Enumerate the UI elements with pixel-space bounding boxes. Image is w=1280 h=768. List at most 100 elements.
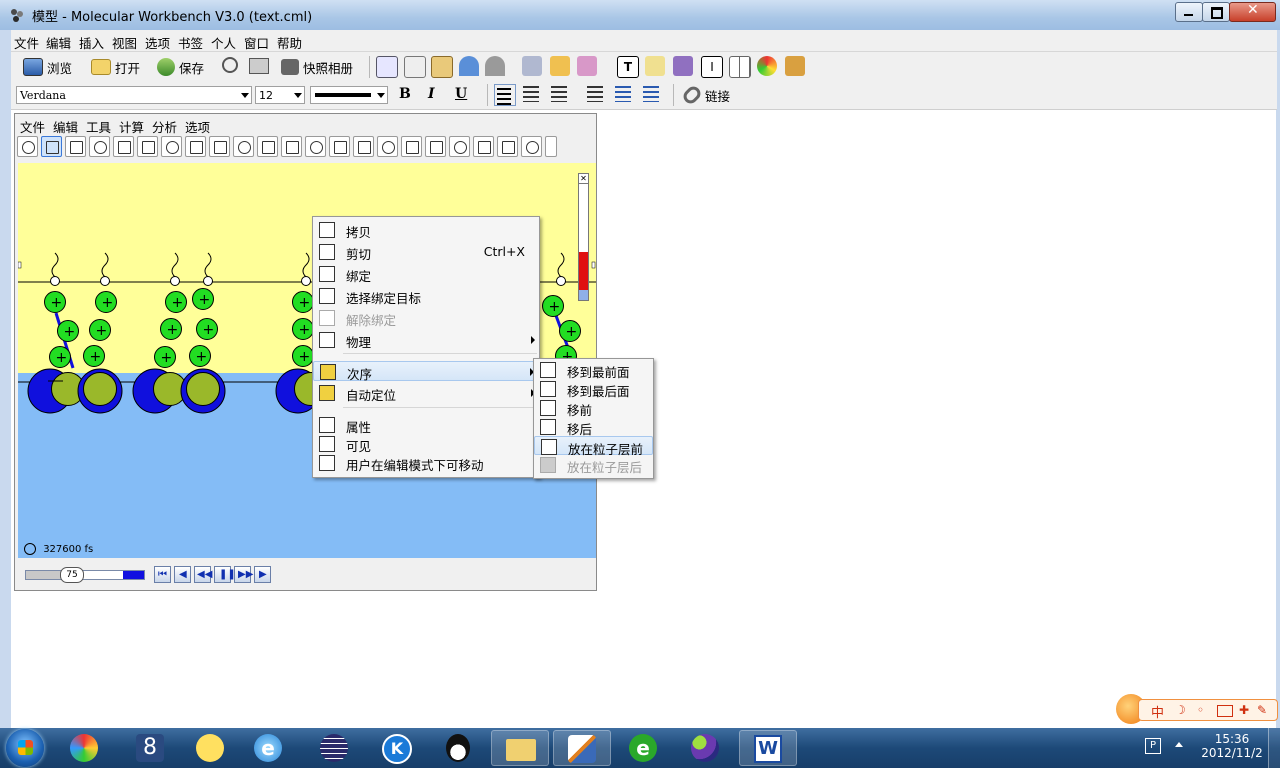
heat-icon[interactable] (257, 136, 278, 157)
submenu-item-move-backward[interactable]: 移后 (534, 417, 653, 437)
taskbar-qq[interactable] (430, 730, 488, 766)
menu-item-copy[interactable]: 拷贝 (313, 220, 539, 240)
redo-icon[interactable] (485, 56, 505, 76)
resize-icon[interactable] (377, 136, 398, 157)
undo-icon[interactable] (459, 56, 479, 76)
close-button[interactable]: ✕ (1229, 2, 1276, 22)
model-menu-compute[interactable]: 计算 (119, 117, 144, 136)
charge-plus-label[interactable]: + (167, 322, 179, 338)
skin-icon[interactable]: ✎ (1257, 703, 1267, 717)
reverse-play-button[interactable]: ◀◀ (194, 566, 212, 583)
triangle-icon[interactable] (401, 136, 422, 157)
taskbar-word[interactable]: W (739, 730, 797, 766)
paste-icon[interactable] (431, 56, 453, 78)
marquee-icon[interactable] (65, 136, 86, 157)
start-button[interactable] (6, 729, 44, 767)
italic-button[interactable]: I (428, 86, 435, 102)
submenu-item-send-to-back[interactable]: 移到最后面 (534, 379, 653, 399)
text-icon[interactable]: T (617, 56, 639, 78)
link-button[interactable]: 链接 (680, 83, 730, 107)
open-button[interactable]: 打开 (91, 55, 140, 79)
menu-item-bind[interactable]: 绑定 (313, 264, 539, 284)
charge-plus-label[interactable]: + (203, 322, 215, 338)
taskbar-ie[interactable]: e (240, 730, 298, 766)
menu-window[interactable]: 窗口 (244, 33, 269, 52)
menu-item-visible[interactable]: 可见 (313, 434, 539, 454)
menu-item-movable-in-edit[interactable]: 用户在编辑模式下可移动 (313, 453, 539, 473)
tray-expand-icon[interactable] (1175, 742, 1183, 747)
font-size-select[interactable]: 12 (255, 86, 305, 104)
model-menu-options[interactable]: 选项 (185, 117, 210, 136)
menu-item-physics[interactable]: 物理 (313, 330, 539, 350)
taskbar-explorer[interactable] (491, 730, 549, 766)
menu-item-cut[interactable]: 剪切 Ctrl+X (313, 242, 539, 262)
checklist-icon[interactable] (645, 56, 665, 76)
taskbar-workbench[interactable] (553, 730, 611, 766)
magic-select-icon[interactable] (305, 136, 326, 157)
charge-plus-label[interactable]: + (96, 323, 108, 339)
tray-ime-icon[interactable]: P (1145, 738, 1161, 754)
maximize-button[interactable] (1202, 2, 1230, 22)
lipid-head-atom[interactable] (50, 276, 60, 286)
bullet-list-icon[interactable] (587, 86, 603, 102)
model-menu-edit[interactable]: 编辑 (53, 117, 78, 136)
charge-plus-label[interactable]: + (299, 295, 311, 311)
taskbar-molecule-app[interactable] (677, 730, 735, 766)
charge-plus-label[interactable]: + (549, 299, 561, 315)
charge-icon[interactable] (425, 136, 446, 157)
bond-icon[interactable] (329, 136, 350, 157)
pause-button[interactable]: ❚❚ (214, 566, 236, 583)
charge-plus-label[interactable]: + (161, 350, 173, 366)
submenu-item-bring-to-front[interactable]: 移到最前面 (534, 360, 653, 380)
play-button[interactable]: ▶▶ (234, 566, 253, 583)
cut-icon[interactable] (376, 56, 398, 78)
taskbar-k-app[interactable]: K (368, 730, 426, 766)
large-atom-olive[interactable] (83, 372, 117, 406)
search-icon[interactable] (222, 57, 238, 73)
align-right-icon[interactable] (551, 86, 567, 102)
charge-plus-label[interactable]: + (56, 350, 68, 366)
bold-button[interactable]: B (399, 86, 411, 102)
add-obstacle-icon[interactable] (281, 136, 302, 157)
menu-item-auto-position[interactable]: 自动定位 (313, 383, 539, 403)
menu-help[interactable]: 帮助 (277, 33, 302, 52)
restraint-icon[interactable] (449, 136, 470, 157)
print-icon[interactable] (249, 58, 269, 74)
trajectory-icon[interactable] (521, 136, 542, 157)
snapshot-button[interactable]: 快照相册 (281, 55, 353, 79)
handle-left[interactable] (18, 261, 22, 269)
charge-plus-label[interactable]: + (566, 324, 578, 340)
bookmark-icon[interactable] (550, 56, 570, 76)
step-back-button[interactable]: ◀ (174, 566, 191, 583)
minimize-button[interactable] (1175, 2, 1203, 22)
taskbar-app-1[interactable] (56, 730, 114, 766)
image-icon[interactable] (673, 56, 693, 76)
lipid-head-atom[interactable] (203, 276, 213, 286)
submenu-item-in-front-of-particles[interactable]: 放在粒子层前 (534, 436, 653, 457)
charge-plus-label[interactable]: + (299, 322, 311, 338)
lipid-head-atom[interactable] (556, 276, 566, 286)
copy-icon[interactable] (113, 136, 134, 157)
menu-insert[interactable]: 插入 (79, 33, 104, 52)
cut-icon[interactable] (89, 136, 110, 157)
select-icon[interactable] (17, 136, 38, 157)
menu-item-properties[interactable]: 属性 (313, 415, 539, 435)
align-left-icon[interactable] (494, 84, 516, 106)
save-button[interactable]: 保存 (157, 55, 204, 79)
align-center-icon[interactable] (523, 86, 539, 102)
handle-right[interactable] (591, 261, 596, 269)
font-select[interactable]: Verdana (16, 86, 252, 104)
add-atom-b-icon[interactable] (185, 136, 206, 157)
lipid-head-atom[interactable] (100, 276, 110, 286)
keyboard-icon[interactable] (1217, 705, 1233, 717)
step-forward-button[interactable]: ▶ (254, 566, 271, 583)
rewind-start-button[interactable]: ⏮ (154, 566, 171, 583)
outdent-icon[interactable] (643, 86, 659, 102)
tag-icon[interactable] (473, 136, 494, 157)
rectangle-icon[interactable] (353, 136, 374, 157)
lipid-head-atom[interactable] (301, 276, 311, 286)
show-desktop-button[interactable] (1268, 728, 1280, 768)
pointer-icon[interactable] (41, 136, 62, 157)
ime-mode[interactable]: 中 (1151, 702, 1164, 721)
underline-button[interactable]: U (455, 86, 467, 102)
